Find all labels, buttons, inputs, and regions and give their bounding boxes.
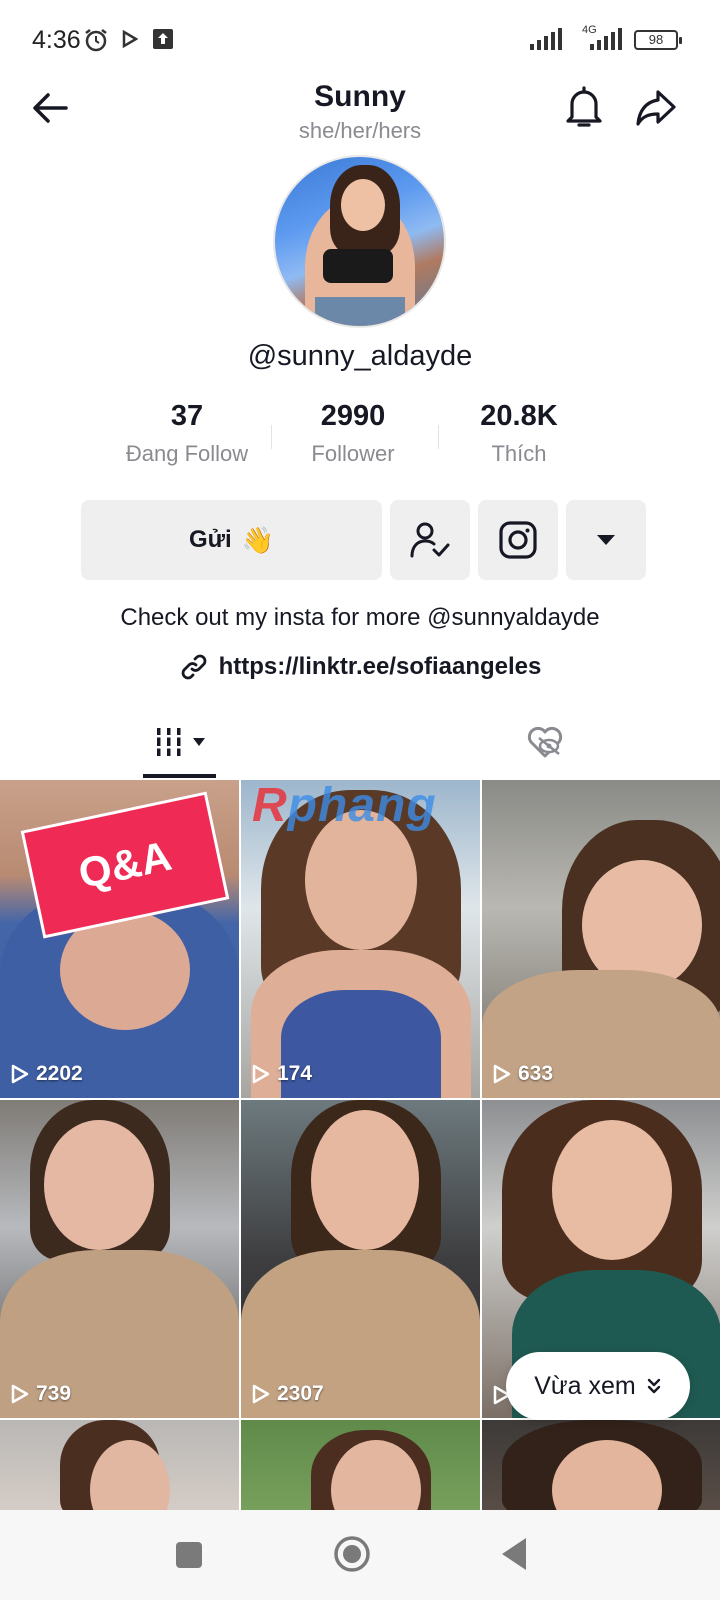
following-check-icon xyxy=(410,522,450,558)
view-count: 2202 xyxy=(10,1062,83,1086)
video-tile[interactable] xyxy=(482,1420,720,1520)
video-tile[interactable] xyxy=(0,1420,239,1520)
tab-dropdown-icon xyxy=(192,738,205,746)
play-outline-icon xyxy=(11,1064,29,1084)
watermark: Rphang xyxy=(252,779,437,832)
stat-following[interactable]: 37 Đang Follow xyxy=(102,400,272,467)
bio-text: Check out my insta for more @sunnyaldayd… xyxy=(120,604,600,631)
share-icon[interactable] xyxy=(634,86,678,130)
sticker-text: Q&A xyxy=(74,831,176,898)
bio-link[interactable]: https://linktr.ee/sofiaangeles xyxy=(0,652,720,682)
recently-viewed-label: Vừa xem xyxy=(534,1371,636,1400)
view-count-text: 2202 xyxy=(36,1062,83,1085)
profile-name: Sunny xyxy=(314,80,406,113)
tab-liked[interactable] xyxy=(505,712,585,772)
stat-likes[interactable]: 20.8K Thích xyxy=(434,400,604,467)
play-outline-icon xyxy=(11,1384,29,1404)
following-button[interactable] xyxy=(390,500,470,580)
followers-label: Follower xyxy=(311,441,395,466)
video-tile[interactable]: Q&A 2202 xyxy=(0,780,239,1098)
video-tile[interactable] xyxy=(241,1420,480,1520)
instagram-icon xyxy=(499,521,537,559)
view-count: 633 xyxy=(492,1062,553,1086)
link-text: https://linktr.ee/sofiaangeles xyxy=(218,653,542,680)
battery-icon: 98 xyxy=(634,30,682,50)
likes-label: Thích xyxy=(491,441,547,466)
status-bar: 4:36 4G 98 xyxy=(0,0,720,80)
video-tile[interactable]: 739 xyxy=(0,1100,239,1418)
upload-icon xyxy=(153,29,173,49)
action-buttons: Gửi 👋 xyxy=(0,500,720,580)
stats-row: 37 Đang Follow 2990 Follower 20.8K Thích xyxy=(0,400,720,480)
view-count-text: 633 xyxy=(518,1062,554,1085)
recent-apps-icon[interactable] xyxy=(174,1540,204,1570)
instagram-button[interactable] xyxy=(478,500,558,580)
stat-divider xyxy=(438,425,439,449)
bell-icon[interactable] xyxy=(562,84,606,130)
system-nav-bar xyxy=(0,1510,720,1600)
view-count-text: 174 xyxy=(277,1062,313,1085)
following-label: Đang Follow xyxy=(125,441,249,466)
tab-videos[interactable] xyxy=(143,712,216,772)
video-tile[interactable]: 633 xyxy=(482,780,720,1098)
home-icon[interactable] xyxy=(332,1534,372,1574)
tab-indicator xyxy=(143,774,216,778)
play-outline-icon xyxy=(252,1064,270,1084)
view-count-text: 739 xyxy=(36,1382,72,1405)
dropdown-triangle-icon xyxy=(597,535,615,545)
play-outline-icon xyxy=(252,1384,270,1404)
stat-followers[interactable]: 2990 Follower xyxy=(268,400,438,467)
back-icon[interactable] xyxy=(498,1536,530,1572)
liked-hidden-icon xyxy=(527,726,563,758)
view-count: 174 xyxy=(251,1062,312,1086)
send-message-button[interactable]: Gửi 👋 xyxy=(81,500,382,580)
avatar[interactable] xyxy=(273,155,446,328)
link-icon xyxy=(181,654,206,680)
double-chevron-down-icon xyxy=(647,1378,660,1394)
username: @sunny_aldayde xyxy=(247,340,473,372)
view-count-text: 2307 xyxy=(277,1382,324,1405)
following-count: 37 xyxy=(170,400,204,432)
alarm-icon xyxy=(85,29,107,52)
more-options-button[interactable] xyxy=(566,500,646,580)
view-count: 739 xyxy=(10,1382,71,1406)
pronouns: she/her/hers xyxy=(298,118,422,143)
play-outline-icon xyxy=(493,1064,511,1084)
stat-divider xyxy=(271,425,272,449)
wave-emoji: 👋 xyxy=(241,524,275,555)
status-time: 4:36 xyxy=(32,26,81,54)
followers-count: 2990 xyxy=(320,400,386,432)
play-icon xyxy=(122,30,138,48)
send-label: Gửi xyxy=(188,526,232,553)
view-count: 2307 xyxy=(251,1382,324,1406)
video-tile[interactable]: 2307 xyxy=(241,1100,480,1418)
signal-icon-2 xyxy=(590,28,622,50)
likes-count: 20.8K xyxy=(480,400,558,432)
profile-tabs xyxy=(0,712,720,780)
signal-icon xyxy=(530,28,562,50)
videos-grid-icon xyxy=(153,728,184,756)
recently-viewed-button[interactable]: Vừa xem xyxy=(506,1352,690,1420)
